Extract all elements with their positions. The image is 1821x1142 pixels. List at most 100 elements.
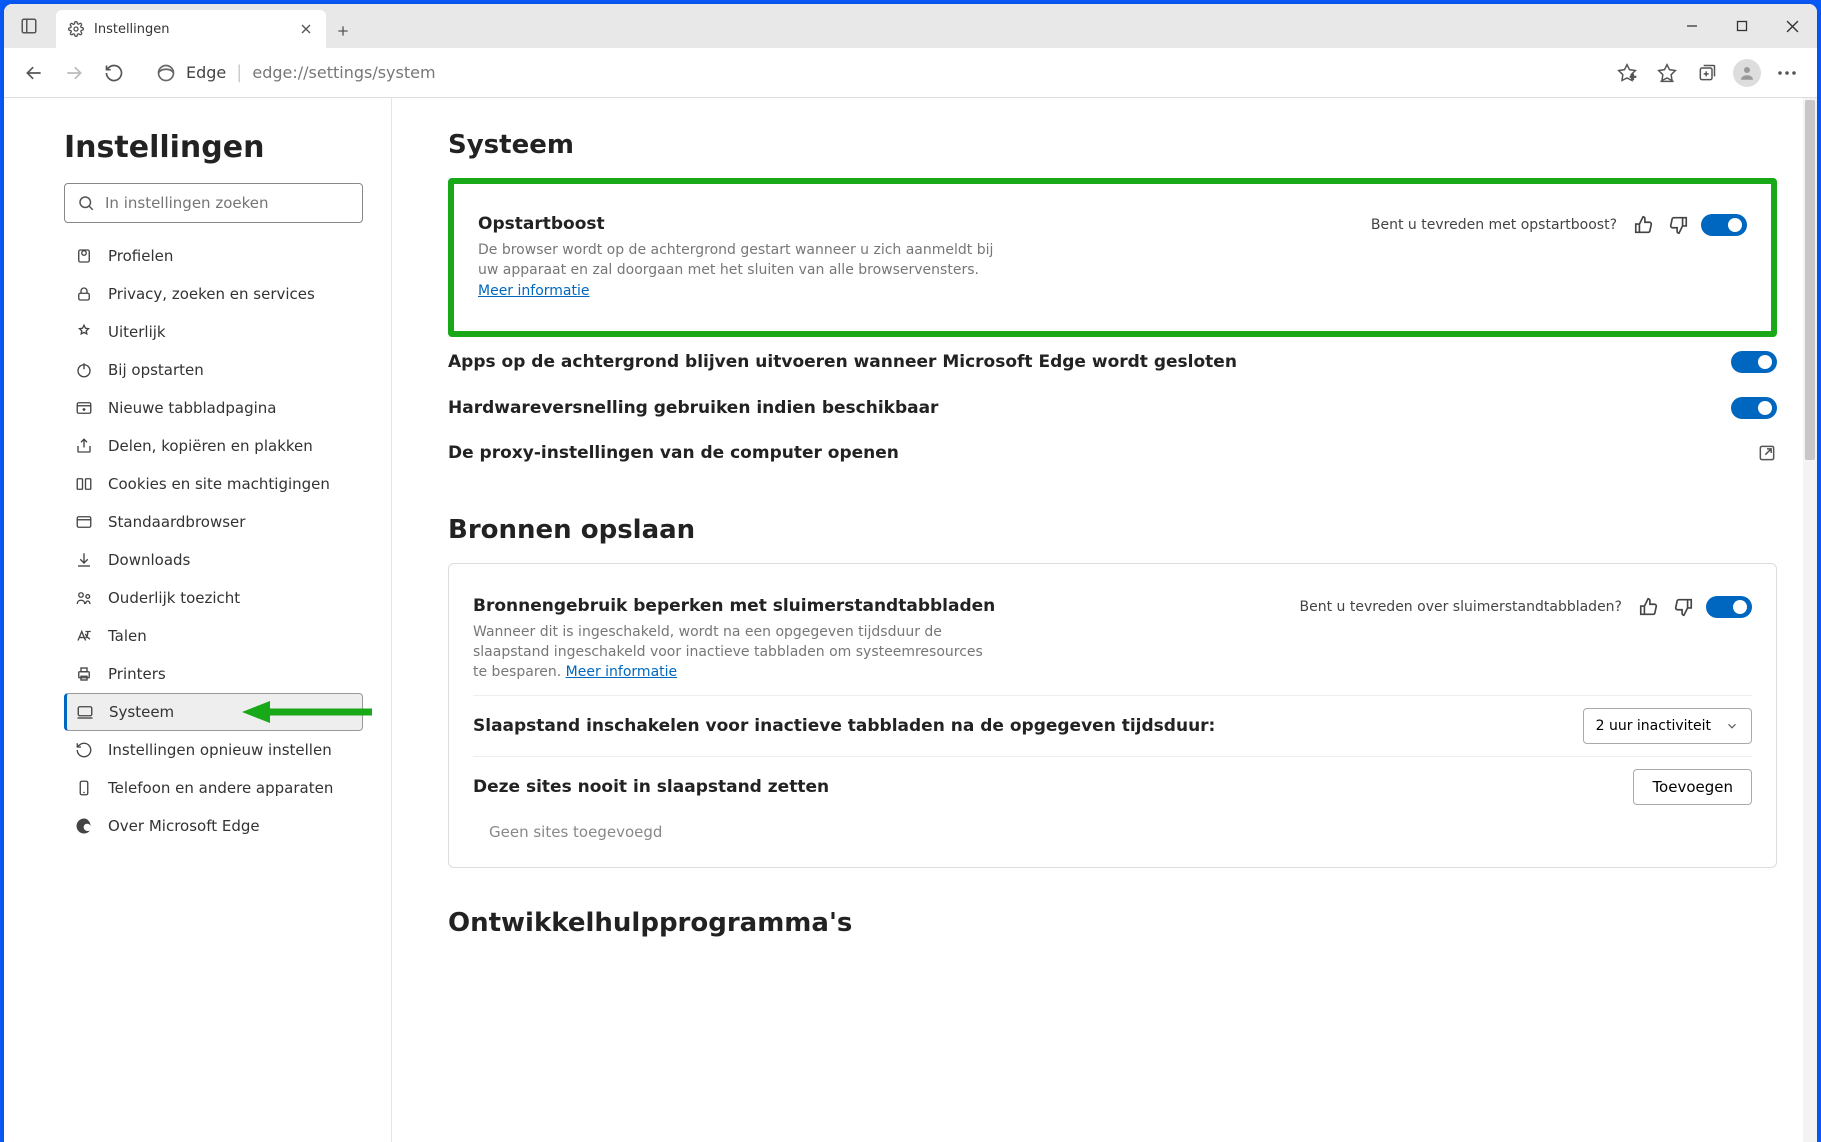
setting-sleeping-tabs: Bronnengebruik beperken met sluimerstand… — [473, 584, 1752, 696]
setting-title: Bronnengebruik beperken met sluimerstand… — [473, 596, 1280, 616]
thumbs-up-icon[interactable] — [1633, 214, 1655, 236]
read-aloud-button[interactable]: + — [1607, 53, 1647, 93]
nav-reset[interactable]: Instellingen opnieuw instellen — [64, 731, 363, 769]
toggle-hw-accel[interactable] — [1731, 397, 1777, 419]
setting-never-sleep: Deze sites nooit in slaapstand zetten To… — [473, 757, 1752, 817]
cookies-icon — [74, 474, 94, 494]
vertical-tabs-button[interactable] — [4, 4, 54, 48]
thumbs-down-icon[interactable] — [1667, 214, 1689, 236]
settings-nav: Profielen Privacy, zoeken en services Ui… — [64, 237, 363, 845]
nav-label: Privacy, zoeken en services — [108, 285, 315, 303]
setting-title: Opstartboost — [478, 214, 1351, 234]
highlight-annotation: Opstartboost De browser wordt op de acht… — [448, 178, 1777, 337]
nav-label: Over Microsoft Edge — [108, 817, 260, 835]
setting-title: Hardwareversnelling gebruiken indien bes… — [448, 398, 1711, 418]
feedback-question: Bent u tevreden over sluimerstandtabblad… — [1300, 599, 1623, 615]
nav-privacy[interactable]: Privacy, zoeken en services — [64, 275, 363, 313]
setting-desc: De browser wordt op de achtergrond gesta… — [478, 240, 998, 301]
nav-nieuwe-tab[interactable]: Nieuwe tabbladpagina — [64, 389, 363, 427]
nav-label: Downloads — [108, 551, 190, 569]
setting-bg-apps: Apps op de achtergrond blijven uitvoeren… — [448, 339, 1777, 385]
share-icon — [74, 436, 94, 456]
close-window-button[interactable] — [1767, 4, 1817, 48]
reset-icon — [74, 740, 94, 760]
edge-logo-icon — [156, 63, 176, 83]
avatar-icon — [1733, 59, 1761, 87]
maximize-button[interactable] — [1717, 4, 1767, 48]
nav-label: Bij opstarten — [108, 361, 204, 379]
phone-icon — [74, 778, 94, 798]
nav-label: Ouderlijk toezicht — [108, 589, 240, 607]
favorites-button[interactable] — [1647, 53, 1687, 93]
browser-tab[interactable]: Instellingen — [56, 10, 326, 48]
back-button[interactable] — [14, 53, 54, 93]
feedback-question: Bent u tevreden met opstartboost? — [1371, 217, 1617, 233]
nav-label: Talen — [108, 627, 147, 645]
forward-button[interactable] — [54, 53, 94, 93]
close-tab-icon[interactable] — [298, 21, 314, 37]
thumbs-down-icon[interactable] — [1672, 596, 1694, 618]
setting-desc: Wanneer dit is ingeschakeld, wordt na ee… — [473, 622, 993, 683]
dropdown-value: 2 uur inactiviteit — [1596, 718, 1711, 734]
setting-title: Apps op de achtergrond blijven uitvoeren… — [448, 352, 1711, 372]
appearance-icon — [74, 322, 94, 342]
new-tab-button[interactable] — [326, 14, 360, 48]
download-icon — [74, 550, 94, 570]
setting-title: Deze sites nooit in slaapstand zetten — [473, 777, 1613, 797]
setting-title: Slaapstand inschakelen voor inactieve ta… — [473, 716, 1563, 736]
nav-cookies[interactable]: Cookies en site machtigingen — [64, 465, 363, 503]
search-icon — [77, 194, 95, 212]
menu-button[interactable] — [1767, 53, 1807, 93]
nav-standaardbrowser[interactable]: Standaardbrowser — [64, 503, 363, 541]
lock-icon — [74, 284, 94, 304]
setting-sleep-timeout: Slaapstand inschakelen voor inactieve ta… — [473, 696, 1752, 757]
nav-printers[interactable]: Printers — [64, 655, 363, 693]
toggle-opstartboost[interactable] — [1701, 214, 1747, 236]
tab-title: Instellingen — [94, 22, 298, 37]
nav-label: Nieuwe tabbladpagina — [108, 399, 277, 417]
browser-icon — [74, 512, 94, 532]
nav-profielen[interactable]: Profielen — [64, 237, 363, 275]
section-bronnen-title: Bronnen opslaan — [448, 515, 1777, 545]
nav-label: Telefoon en andere apparaten — [108, 779, 333, 797]
collections-button[interactable] — [1687, 53, 1727, 93]
profile-button[interactable] — [1727, 53, 1767, 93]
more-info-link[interactable]: Meer informatie — [478, 283, 590, 299]
toggle-bg-apps[interactable] — [1731, 351, 1777, 373]
address-bar[interactable]: Edge | edge://settings/system — [142, 55, 1599, 91]
nav-label: Printers — [108, 665, 166, 683]
gear-icon — [68, 21, 84, 37]
add-site-button[interactable]: Toevoegen — [1633, 769, 1752, 805]
nav-label: Standaardbrowser — [108, 513, 245, 531]
nav-label: Systeem — [109, 703, 174, 721]
toggle-sleeping-tabs[interactable] — [1706, 596, 1752, 618]
nav-delen[interactable]: Delen, kopiëren en plakken — [64, 427, 363, 465]
annotation-arrow — [242, 699, 372, 725]
reload-button[interactable] — [94, 53, 134, 93]
nav-over-edge[interactable]: Over Microsoft Edge — [64, 807, 363, 845]
scrollbar[interactable] — [1803, 98, 1817, 1142]
nav-label: Instellingen opnieuw instellen — [108, 741, 332, 759]
language-icon — [74, 626, 94, 646]
settings-search[interactable] — [64, 183, 363, 223]
nav-bij-opstarten[interactable]: Bij opstarten — [64, 351, 363, 389]
sidebar-heading: Instellingen — [64, 130, 363, 165]
setting-proxy[interactable]: De proxy-instellingen van de computer op… — [448, 431, 1777, 475]
sleep-timeout-dropdown[interactable]: 2 uur inactiviteit — [1583, 708, 1752, 744]
setting-hw-accel: Hardwareversnelling gebruiken indien bes… — [448, 385, 1777, 431]
nav-systeem[interactable]: Systeem — [64, 693, 363, 731]
power-icon — [74, 360, 94, 380]
window-controls — [1667, 4, 1817, 48]
nav-telefoon[interactable]: Telefoon en andere apparaten — [64, 769, 363, 807]
settings-main: Systeem Opstartboost De browser wordt op… — [392, 98, 1817, 1142]
nav-uiterlijk[interactable]: Uiterlijk — [64, 313, 363, 351]
external-link-icon — [1757, 443, 1777, 463]
search-input[interactable] — [105, 194, 350, 212]
nav-talen[interactable]: Talen — [64, 617, 363, 655]
minimize-button[interactable] — [1667, 4, 1717, 48]
nav-downloads[interactable]: Downloads — [64, 541, 363, 579]
more-info-link[interactable]: Meer informatie — [566, 664, 678, 680]
nav-ouderlijk[interactable]: Ouderlijk toezicht — [64, 579, 363, 617]
thumbs-up-icon[interactable] — [1638, 596, 1660, 618]
newtab-icon — [74, 398, 94, 418]
